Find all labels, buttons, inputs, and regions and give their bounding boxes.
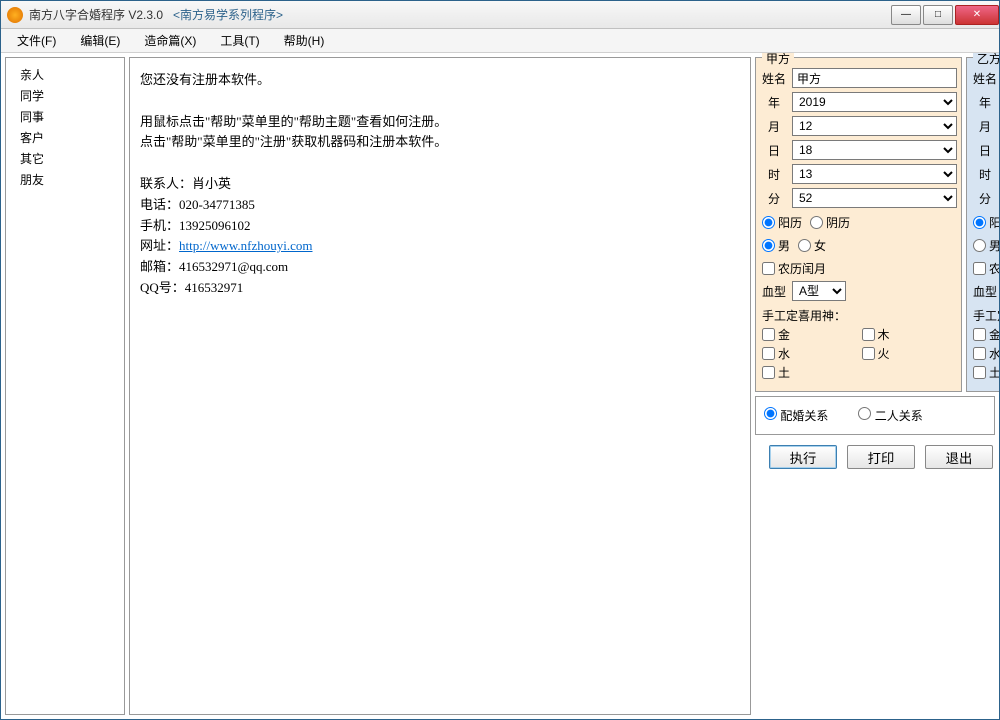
- panel-yi: 乙方 姓名 年2019 月12 日18 时13 分52 阳历 阴历 男 女: [966, 57, 999, 392]
- menu-help[interactable]: 帮助(H): [272, 30, 337, 51]
- check-shui-a[interactable]: 水: [762, 345, 856, 362]
- month-select-a[interactable]: 12: [792, 116, 957, 136]
- check-mu-a[interactable]: 木: [862, 326, 956, 343]
- sidebar-item[interactable]: 同事: [6, 106, 124, 127]
- label-minute: 分: [760, 190, 788, 207]
- main-content: 您还没有注册本软件。 用鼠标点击"帮助"菜单里的"帮助主题"查看如何注册。 点击…: [129, 57, 751, 715]
- check-tu-b[interactable]: 土: [973, 364, 999, 381]
- print-button[interactable]: 打印: [847, 445, 915, 469]
- label-year: 年: [760, 94, 788, 111]
- label-name: 姓名: [760, 70, 788, 87]
- text-line: 用鼠标点击"帮助"菜单里的"帮助主题"查看如何注册。: [140, 112, 740, 133]
- radio-solar-a[interactable]: 阳历: [762, 214, 802, 231]
- app-icon: [7, 7, 23, 23]
- window-controls: — □ ✕: [889, 5, 999, 25]
- tel-line: 电话：020-34771385: [140, 195, 740, 216]
- sidebar-item[interactable]: 朋友: [6, 169, 124, 190]
- label-day: 日: [760, 142, 788, 159]
- label-hour: 时: [760, 166, 788, 183]
- check-huo-a[interactable]: 火: [862, 345, 956, 362]
- close-button[interactable]: ✕: [955, 5, 999, 25]
- radio-lunar-a[interactable]: 阴历: [810, 214, 850, 231]
- panel-jia: 甲方 姓名 年2019 月12 日18 时13 分52 阳历 阴历 男 女: [755, 57, 962, 392]
- sidebar: 亲人 同学 同事 客户 其它 朋友: [5, 57, 125, 715]
- titlebar: 南方八字合婚程序 V2.3.0 <南方易学系列程序> — □ ✕: [1, 1, 999, 29]
- email-line: 邮箱：416532971@qq.com: [140, 257, 740, 278]
- maximize-button[interactable]: □: [923, 5, 953, 25]
- text-line: 点击"帮助"菜单里的"注册"获取机器码和注册本软件。: [140, 132, 740, 153]
- exit-button[interactable]: 退出: [925, 445, 993, 469]
- hour-select-a[interactable]: 13: [792, 164, 957, 184]
- radio-match[interactable]: 配婚关系: [764, 407, 828, 424]
- year-select-a[interactable]: 2019: [792, 92, 957, 112]
- window-subtitle: <南方易学系列程序>: [173, 6, 283, 23]
- sidebar-item[interactable]: 客户: [6, 127, 124, 148]
- body: 亲人 同学 同事 客户 其它 朋友 您还没有注册本软件。 用鼠标点击"帮助"菜单…: [1, 53, 999, 719]
- manual-label-b: 手工定喜用神：: [973, 307, 999, 324]
- radio-female-a[interactable]: 女: [798, 237, 826, 254]
- blood-select-a[interactable]: A型: [792, 281, 846, 301]
- day-select-a[interactable]: 18: [792, 140, 957, 160]
- qq-line: QQ号：416532971: [140, 278, 740, 299]
- app-window: 南方八字合婚程序 V2.3.0 <南方易学系列程序> — □ ✕ 文件(F) 编…: [0, 0, 1000, 720]
- minute-select-a[interactable]: 52: [792, 188, 957, 208]
- check-shui-b[interactable]: 水: [973, 345, 999, 362]
- contact-line: 联系人：肖小英: [140, 174, 740, 195]
- label-month: 月: [760, 118, 788, 135]
- panel-title-a: 甲方: [762, 53, 794, 67]
- label-blood: 血型: [760, 283, 788, 300]
- menu-zaoming[interactable]: 造命篇(X): [132, 30, 208, 51]
- menu-tools[interactable]: 工具(T): [208, 30, 271, 51]
- menu-file[interactable]: 文件(F): [5, 30, 68, 51]
- name-input-a[interactable]: [792, 68, 957, 88]
- url-line: 网址：http://www.nfzhouyi.com: [140, 236, 740, 257]
- radio-male-b[interactable]: 男: [973, 237, 999, 254]
- input-panels: 甲方 姓名 年2019 月12 日18 时13 分52 阳历 阴历 男 女: [755, 57, 995, 392]
- website-link[interactable]: http://www.nfzhouyi.com: [179, 238, 312, 253]
- relation-box: 配婚关系 二人关系: [755, 396, 995, 435]
- execute-button[interactable]: 执行: [769, 445, 837, 469]
- radio-solar-b[interactable]: 阳历: [973, 214, 999, 231]
- button-row: 执行 打印 退出: [755, 439, 995, 475]
- check-tu-a[interactable]: 土: [762, 364, 856, 381]
- window-title: 南方八字合婚程序 V2.3.0: [29, 6, 163, 23]
- sidebar-item[interactable]: 亲人: [6, 64, 124, 85]
- manual-label-a: 手工定喜用神：: [762, 307, 955, 324]
- menubar: 文件(F) 编辑(E) 造命篇(X) 工具(T) 帮助(H): [1, 29, 999, 53]
- sidebar-item[interactable]: 其它: [6, 148, 124, 169]
- radio-male-a[interactable]: 男: [762, 237, 790, 254]
- minimize-button[interactable]: —: [891, 5, 921, 25]
- right-column: 甲方 姓名 年2019 月12 日18 时13 分52 阳历 阴历 男 女: [755, 57, 995, 715]
- sidebar-item[interactable]: 同学: [6, 85, 124, 106]
- menu-edit[interactable]: 编辑(E): [68, 30, 132, 51]
- text-line: 您还没有注册本软件。: [140, 70, 740, 91]
- radio-two[interactable]: 二人关系: [858, 407, 922, 424]
- panel-title-b: 乙方: [973, 53, 999, 67]
- check-jin-b[interactable]: 金: [973, 326, 999, 343]
- check-jin-a[interactable]: 金: [762, 326, 856, 343]
- check-leap-a[interactable]: 农历闰月: [762, 260, 826, 277]
- mobile-line: 手机：13925096102: [140, 216, 740, 237]
- check-leap-b[interactable]: 农历闰月: [973, 260, 999, 277]
